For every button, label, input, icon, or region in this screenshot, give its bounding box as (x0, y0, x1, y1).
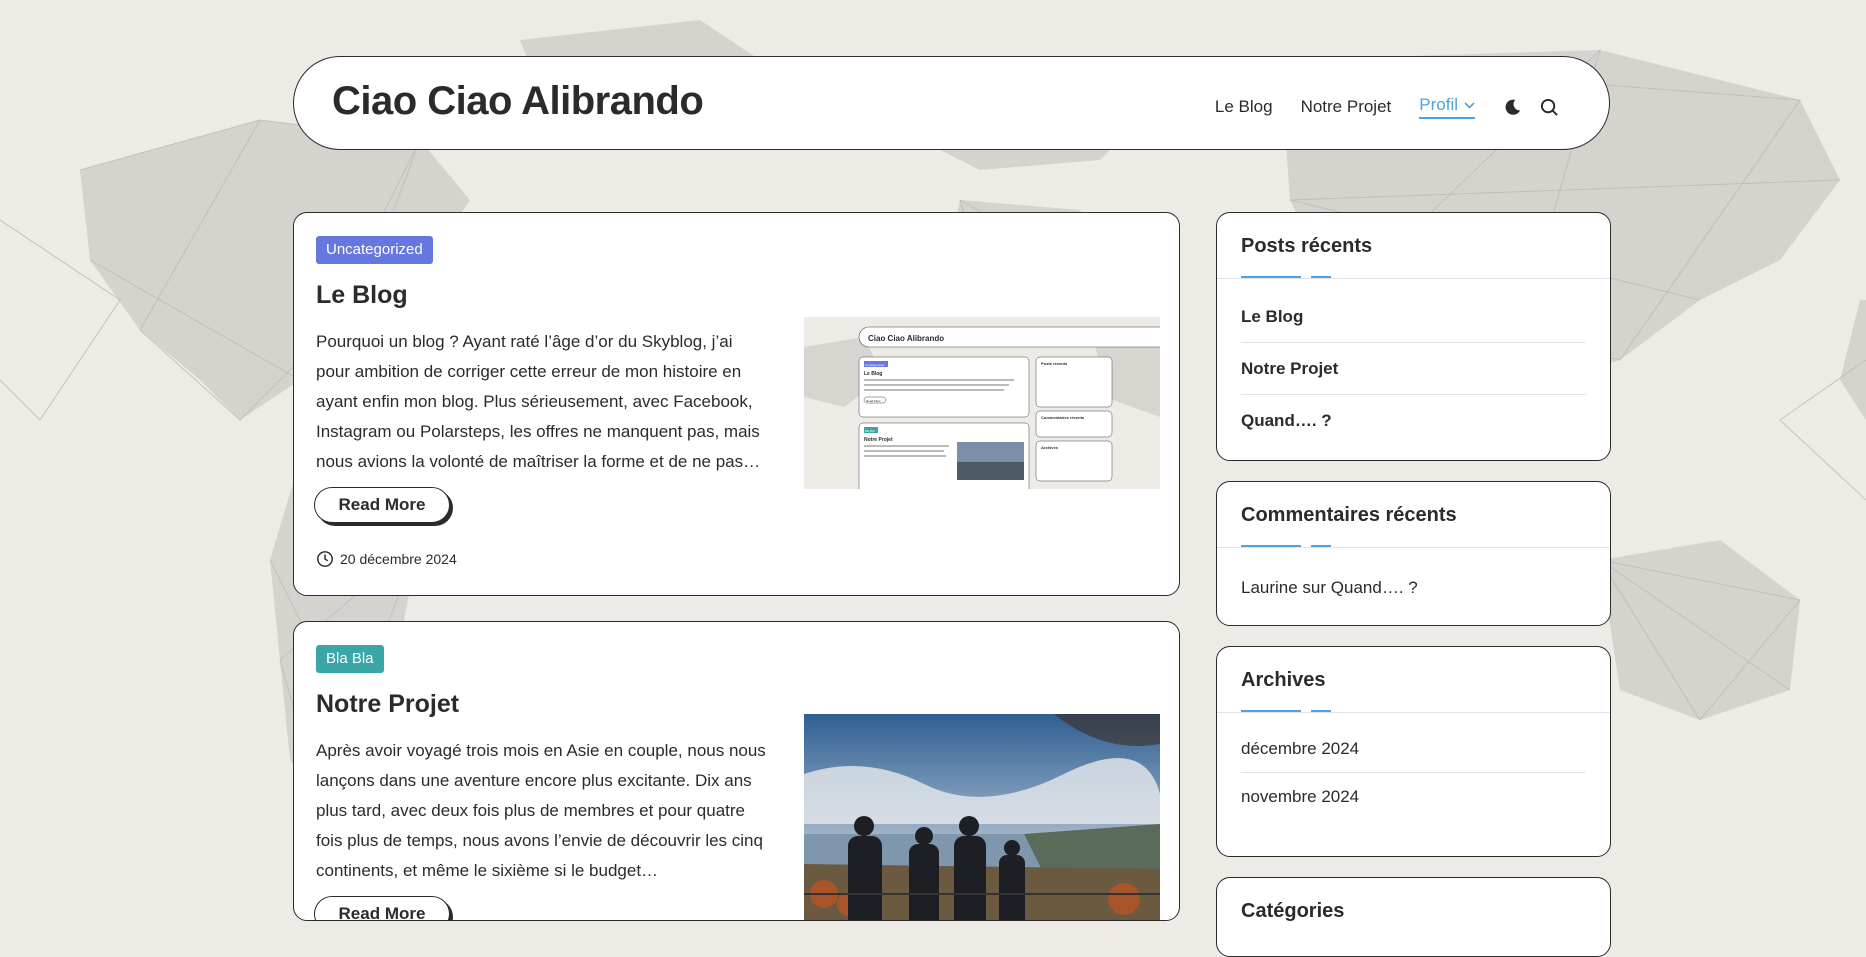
post-card-notre-projet: Bla Bla Notre Projet Après avoir voyagé … (293, 621, 1180, 921)
thumbnail-screenshot: Ciao Ciao Alibrando Uncategorized Le Blo… (804, 317, 1160, 489)
thumb-tag2: Bla Bla (865, 429, 875, 433)
title-accent-small (1311, 276, 1331, 278)
site-title[interactable]: Ciao Ciao Alibrando (332, 79, 704, 124)
read-more-button[interactable]: Read More (314, 896, 450, 920)
moon-icon (1505, 99, 1521, 115)
recent-post-link[interactable]: Quand…. ? (1241, 395, 1586, 446)
widget-title: Archives (1241, 669, 1326, 691)
thumb-widget3: Archives (1041, 445, 1059, 450)
thumb-post2: Notre Projet (864, 437, 893, 443)
thumb-read-more: Read More (866, 399, 881, 403)
title-accent-small (1311, 710, 1331, 712)
widget-divider (1217, 712, 1610, 713)
widget-title: Commentaires récents (1241, 504, 1457, 526)
thumb-widget1: Posts récents (1041, 361, 1068, 366)
family-photo (804, 714, 1160, 920)
post-title[interactable]: Le Blog (316, 281, 408, 310)
post-thumbnail[interactable]: Ciao Ciao Alibrando Uncategorized Le Blo… (804, 317, 1160, 489)
post-excerpt: Pourquoi un blog ? Ayant raté l’âge d’or… (316, 332, 761, 471)
archive-link[interactable]: décembre 2024 (1241, 725, 1586, 773)
theme-toggle-button[interactable] (1503, 98, 1522, 117)
main-nav: Le Blog Notre Projet Profil (1187, 95, 1559, 119)
widget-archives: Archives décembre 2024 novembre 2024 (1216, 646, 1611, 857)
widget-title: Posts récents (1241, 235, 1373, 257)
widget-recent-posts: Posts récents Le Blog Notre Projet Quand… (1216, 212, 1611, 461)
recent-post-link[interactable]: Notre Projet (1241, 343, 1586, 395)
widget-recent-comments: Commentaires récents Laurine sur Quand….… (1216, 481, 1611, 626)
nav-item-profil[interactable]: Profil (1419, 95, 1475, 119)
recent-post-link[interactable]: Le Blog (1241, 291, 1586, 343)
post-card-le-blog: Uncategorized Le Blog Pourquoi un blog ?… (293, 212, 1180, 596)
search-icon (1540, 98, 1558, 116)
thumb-title: Ciao Ciao Alibrando (868, 334, 944, 343)
site-header: Ciao Ciao Alibrando Le Blog Notre Projet… (293, 56, 1610, 150)
read-more-button[interactable]: Read More (314, 487, 450, 523)
recent-posts-list: Le Blog Notre Projet Quand…. ? (1241, 291, 1586, 446)
title-accent (1241, 710, 1301, 712)
thumb-post1: Le Blog (864, 371, 882, 377)
thumb-widget2: Commentaires récents (1041, 415, 1085, 420)
archives-list: décembre 2024 novembre 2024 (1241, 725, 1586, 820)
widget-divider (1217, 547, 1610, 548)
category-badge[interactable]: Uncategorized (316, 236, 433, 264)
nav-item-notre-projet[interactable]: Notre Projet (1301, 97, 1392, 117)
category-badge[interactable]: Bla Bla (316, 645, 384, 673)
post-title[interactable]: Notre Projet (316, 690, 459, 719)
title-accent (1241, 276, 1301, 278)
widget-divider (1217, 278, 1610, 279)
post-date: 20 décembre 2024 (316, 550, 457, 568)
widget-categories: Catégories (1216, 877, 1611, 957)
thumb-tag1: Uncategorized (865, 363, 885, 367)
archive-link[interactable]: novembre 2024 (1241, 773, 1586, 820)
clock-icon (317, 551, 333, 567)
nav-item-le-blog[interactable]: Le Blog (1215, 97, 1273, 117)
post-excerpt: Après avoir voyagé trois mois en Asie en… (316, 741, 766, 880)
post-date-text: 20 décembre 2024 (340, 551, 457, 567)
search-button[interactable] (1540, 98, 1559, 117)
chevron-down-icon (1464, 101, 1475, 109)
nav-item-profil-label: Profil (1419, 95, 1458, 114)
recent-comment-link[interactable]: Laurine sur Quand…. ? (1241, 578, 1418, 598)
title-accent (1241, 545, 1301, 547)
post-thumbnail[interactable] (804, 714, 1160, 920)
title-accent-small (1311, 545, 1331, 547)
